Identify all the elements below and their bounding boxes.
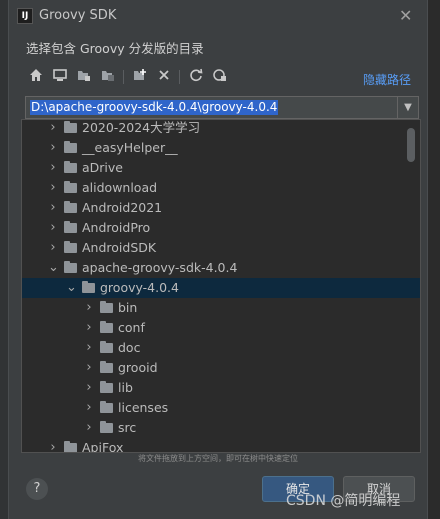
tree-item-label: ApiFox — [82, 440, 124, 453]
project-icon[interactable] — [75, 68, 93, 86]
show-hidden-icon[interactable] — [211, 68, 229, 86]
csdn-watermark: CSDN @简明编程 — [286, 493, 401, 509]
new-folder-icon[interactable] — [131, 68, 149, 86]
tree-row[interactable]: › AndroidSDK — [22, 238, 420, 258]
tree-row[interactable]: › src — [22, 418, 420, 438]
tree-row[interactable]: › __easyHelper__ — [22, 138, 420, 158]
tree-item-label: __easyHelper__ — [82, 140, 178, 155]
folder-icon — [64, 201, 77, 213]
tree-item-label: doc — [118, 340, 141, 355]
tree-item-label: AndroidSDK — [82, 240, 157, 255]
chevron-right-icon[interactable]: › — [48, 120, 58, 138]
chevron-right-icon[interactable]: › — [84, 418, 94, 438]
tree-row[interactable]: › aDrive — [22, 158, 420, 178]
refresh-icon[interactable] — [187, 68, 205, 86]
tree-row[interactable]: › grooid — [22, 358, 420, 378]
close-icon[interactable]: ✕ — [399, 6, 412, 25]
chevron-right-icon[interactable]: › — [84, 338, 94, 358]
folder-icon — [82, 281, 95, 293]
delete-icon[interactable] — [155, 68, 173, 86]
tree-row[interactable]: ⌄ groovy-4.0.4 — [22, 278, 420, 298]
folder-icon — [64, 241, 77, 253]
module-icon[interactable] — [99, 68, 117, 86]
chevron-right-icon[interactable]: › — [48, 218, 58, 238]
chevron-right-icon[interactable]: › — [48, 138, 58, 158]
folder-icon — [64, 261, 77, 273]
tree-row[interactable]: › doc — [22, 338, 420, 358]
chevron-right-icon[interactable]: › — [48, 238, 58, 258]
folder-icon — [64, 221, 77, 233]
chevron-down-icon: ▼ — [404, 102, 412, 113]
chevron-right-icon[interactable]: › — [84, 298, 94, 318]
tree-row[interactable]: › ApiFox — [22, 438, 420, 453]
desktop-icon[interactable] — [51, 68, 69, 86]
tree-row[interactable]: › Android2021 — [22, 198, 420, 218]
groovy-sdk-dialog: IJ Groovy SDK ✕ 选择包含 Groovy 分发版的目录 隐藏路径 … — [8, 0, 428, 519]
folder-icon — [64, 181, 77, 193]
folder-icon — [100, 381, 113, 393]
drag-drop-hint: 将文件拖放到上方空间，即可在树中快速定位 — [138, 454, 298, 463]
toolbar-separator — [123, 70, 124, 84]
tree-item-label: Android2021 — [82, 200, 163, 215]
tree-item-label: grooid — [118, 360, 158, 375]
folder-icon — [64, 141, 77, 153]
folder-icon — [64, 121, 77, 133]
chevron-right-icon[interactable]: › — [84, 378, 94, 398]
directory-tree[interactable]: › 2020-2024大学学习 › __easyHelper__ › aDrive › ali… — [21, 119, 421, 453]
folder-icon — [100, 361, 113, 373]
tree-item-label: aDrive — [82, 160, 123, 175]
dialog-description: 选择包含 Groovy 分发版的目录 — [26, 41, 204, 56]
chevron-down-icon[interactable]: ⌄ — [48, 258, 59, 278]
tree-item-label: groovy-4.0.4 — [100, 280, 179, 295]
title-bar: IJ Groovy SDK ✕ — [9, 0, 427, 32]
tree-row[interactable]: › conf — [22, 318, 420, 338]
path-input[interactable]: D:\apache-groovy-sdk-4.0.4\groovy-4.0.4 … — [25, 96, 419, 119]
tree-row[interactable]: › lib — [22, 378, 420, 398]
folder-icon — [100, 321, 113, 333]
intellij-app-icon: IJ — [17, 8, 33, 24]
tree-row[interactable]: › 2020-2024大学学习 — [22, 120, 420, 138]
tree-row[interactable]: › alidownload — [22, 178, 420, 198]
window-title: Groovy SDK — [39, 8, 117, 23]
folder-icon — [64, 441, 77, 452]
chevron-down-icon[interactable]: ⌄ — [66, 278, 77, 298]
tree-item-label: apache-groovy-sdk-4.0.4 — [82, 260, 238, 275]
chevron-right-icon[interactable]: › — [48, 198, 58, 218]
tree-item-label: conf — [118, 320, 145, 335]
chevron-right-icon[interactable]: › — [48, 438, 58, 452]
tree-row[interactable]: ⌄ apache-groovy-sdk-4.0.4 — [22, 258, 420, 278]
folder-icon — [100, 401, 113, 413]
tree-item-label: AndroidPro — [82, 220, 151, 235]
toolbar-separator — [179, 70, 180, 84]
path-history-dropdown[interactable]: ▼ — [397, 97, 418, 118]
tree-item-label: bin — [118, 300, 138, 315]
home-icon[interactable] — [27, 68, 45, 86]
tree-row[interactable]: › bin — [22, 298, 420, 318]
help-button[interactable]: ? — [26, 478, 48, 500]
chevron-right-icon[interactable]: › — [84, 398, 94, 418]
chevron-right-icon[interactable]: › — [48, 178, 58, 198]
folder-icon — [100, 341, 113, 353]
chevron-right-icon[interactable]: › — [84, 358, 94, 378]
tree-item-label: 2020-2024大学学习 — [82, 120, 201, 135]
path-input-value[interactable]: D:\apache-groovy-sdk-4.0.4\groovy-4.0.4 — [30, 100, 279, 115]
chevron-right-icon[interactable]: › — [84, 318, 94, 338]
tree-item-label: src — [118, 420, 137, 435]
tree-scrollbar-thumb[interactable] — [407, 128, 415, 162]
folder-icon — [100, 301, 113, 313]
tree-row[interactable]: › AndroidPro — [22, 218, 420, 238]
chevron-right-icon[interactable]: › — [48, 158, 58, 178]
folder-icon — [64, 161, 77, 173]
file-chooser-toolbar: 隐藏路径 — [25, 66, 421, 90]
hide-path-link[interactable]: 隐藏路径 — [363, 71, 411, 88]
tree-item-label: alidownload — [82, 180, 158, 195]
tree-row[interactable]: › licenses — [22, 398, 420, 418]
tree-item-label: licenses — [118, 400, 169, 415]
folder-icon — [100, 421, 113, 433]
tree-item-label: lib — [118, 380, 133, 395]
